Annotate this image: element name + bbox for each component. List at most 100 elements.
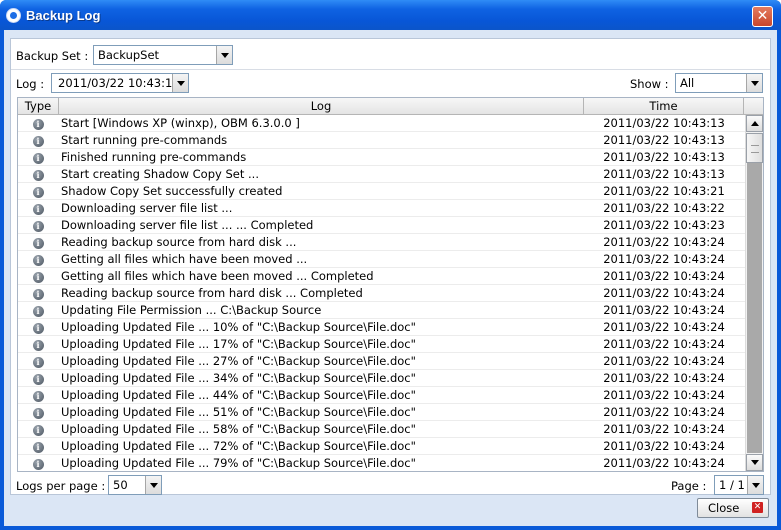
chevron-down-icon[interactable] [145, 476, 161, 494]
log-cell: Uploading Updated File ... 34% of "C:\Ba… [61, 371, 416, 385]
type-cell: i [18, 132, 58, 149]
table-row[interactable]: i Uploading Updated File ... 44% of "C:\B… [18, 387, 745, 404]
show-filter-dropdown[interactable]: All [675, 73, 763, 93]
info-icon: i [32, 425, 44, 436]
info-icon: i [32, 119, 44, 130]
column-header-log[interactable]: Log [59, 98, 584, 115]
info-icon: i [32, 153, 44, 164]
table-row[interactable]: i Uploading Updated File ... 34% of "C:\B… [18, 370, 745, 387]
page-label: Page : [671, 479, 707, 493]
table-row[interactable]: i Uploading Updated File ... 72% of "C:\B… [18, 438, 745, 455]
page-value: 1 / 1 [719, 478, 745, 492]
table-row[interactable]: i Shadow Copy Set successfully created 201… [18, 183, 745, 200]
scroll-down-button[interactable] [746, 454, 763, 471]
time-cell: 2011/03/22 10:43:24 [603, 422, 725, 436]
time-cell: 2011/03/22 10:43:13 [603, 116, 725, 130]
table-row[interactable]: i Finished running pre-commands 2011/03/22… [18, 149, 745, 166]
type-cell: i [18, 387, 58, 404]
close-button[interactable]: Close ✕ [697, 498, 769, 518]
log-panel: Backup Set : BackupSet Log : 2011/03/22 … [10, 38, 771, 495]
info-icon: i [32, 221, 44, 232]
info-icon: i [32, 136, 44, 147]
type-cell: i [18, 319, 58, 336]
table-row[interactable]: i Getting all files which have been moved… [18, 251, 745, 268]
info-icon: i [32, 357, 44, 368]
divider [11, 69, 770, 70]
table-row[interactable]: i Start creating Shadow Copy Set ... 2011/… [18, 166, 745, 183]
table-row[interactable]: i Uploading Updated File ... 17% of "C:\B… [18, 336, 745, 353]
time-cell: 2011/03/22 10:43:24 [603, 371, 725, 385]
scroll-thumb[interactable] [746, 133, 763, 163]
log-label: Log : [16, 77, 45, 91]
table-row[interactable]: i Uploading Updated File ... 10% of "C:\B… [18, 319, 745, 336]
type-cell: i [18, 166, 58, 183]
table-row[interactable]: i Start [Windows XP (winxp), OBM 6.3.0.0 … [18, 115, 745, 132]
log-cell: Start running pre-commands [61, 133, 228, 147]
table-row[interactable]: i Start running pre-commands 2011/03/22 10… [18, 132, 745, 149]
window-close-button[interactable]: ✕ [752, 6, 773, 27]
info-icon: i [32, 323, 44, 334]
chevron-down-icon[interactable] [746, 74, 762, 92]
log-cell: Uploading Updated File ... 10% of "C:\Ba… [61, 320, 416, 334]
dialog-body: Backup Set : BackupSet Log : 2011/03/22 … [4, 30, 777, 526]
backup-set-value: BackupSet [98, 48, 160, 62]
chevron-down-icon[interactable] [172, 74, 188, 92]
table-row[interactable]: i Updating File Permission ... C:\Backup … [18, 302, 745, 319]
chevron-down-icon[interactable] [747, 476, 763, 494]
table-row[interactable]: i Reading backup source from hard disk ..… [18, 285, 745, 302]
table-row[interactable]: i Uploading Updated File ... 27% of "C:\B… [18, 353, 745, 370]
window-title: Backup Log [26, 8, 101, 23]
log-cell: Reading backup source from hard disk ...… [61, 286, 363, 300]
type-cell: i [18, 251, 58, 268]
time-cell: 2011/03/22 10:43:24 [603, 303, 725, 317]
table-row[interactable]: i Reading backup source from hard disk ..… [18, 234, 745, 251]
info-icon: i [32, 272, 44, 283]
time-cell: 2011/03/22 10:43:13 [603, 150, 725, 164]
time-cell: 2011/03/22 10:43:24 [603, 456, 725, 470]
table-body: i Start [Windows XP (winxp), OBM 6.3.0.0 … [18, 115, 745, 471]
scroll-track[interactable] [747, 163, 762, 453]
type-cell: i [18, 336, 58, 353]
time-cell: 2011/03/22 10:43:23 [603, 218, 725, 232]
time-cell: 2011/03/22 10:43:24 [603, 337, 725, 351]
info-icon: i [32, 391, 44, 402]
table-row[interactable]: i Downloading server file list ... 2011/03… [18, 200, 745, 217]
table-row[interactable]: i Downloading server file list ... ... Co… [18, 217, 745, 234]
time-cell: 2011/03/22 10:43:13 [603, 167, 725, 181]
scroll-up-button[interactable] [746, 115, 763, 132]
backup-set-dropdown[interactable]: BackupSet [93, 45, 233, 65]
column-header-time[interactable]: Time [584, 98, 744, 115]
type-cell: i [18, 302, 58, 319]
type-cell: i [18, 455, 58, 471]
log-cell: Updating File Permission ... C:\Backup S… [61, 303, 322, 317]
column-header-type[interactable]: Type [18, 98, 59, 115]
type-cell: i [18, 200, 58, 217]
time-cell: 2011/03/22 10:43:24 [603, 354, 725, 368]
time-cell: 2011/03/22 10:43:24 [603, 405, 725, 419]
vertical-scrollbar[interactable] [745, 115, 763, 471]
log-date-dropdown[interactable]: 2011/03/22 10:43:13 [51, 73, 189, 93]
chevron-down-icon[interactable] [216, 46, 232, 64]
info-icon: i [32, 255, 44, 266]
table-row[interactable]: i Getting all files which have been moved… [18, 268, 745, 285]
log-cell: Uploading Updated File ... 51% of "C:\Ba… [61, 405, 416, 419]
info-icon: i [32, 408, 44, 419]
log-cell: Uploading Updated File ... 17% of "C:\Ba… [61, 337, 416, 351]
log-cell: Start [Windows XP (winxp), OBM 6.3.0.0 ] [61, 116, 300, 130]
time-cell: 2011/03/22 10:43:24 [603, 388, 725, 402]
time-cell: 2011/03/22 10:43:13 [603, 133, 725, 147]
logs-per-page-value: 50 [113, 478, 128, 492]
info-icon: i [32, 306, 44, 317]
page-dropdown[interactable]: 1 / 1 [714, 475, 764, 495]
logs-per-page-label: Logs per page : [16, 479, 106, 493]
type-cell: i [18, 353, 58, 370]
title-bar[interactable]: Backup Log ✕ [0, 0, 781, 30]
table-row[interactable]: i Uploading Updated File ... 79% of "C:\B… [18, 455, 745, 471]
log-cell: Finished running pre-commands [61, 150, 247, 164]
logs-per-page-dropdown[interactable]: 50 [108, 475, 162, 495]
info-icon: i [32, 187, 44, 198]
info-icon: i [32, 238, 44, 249]
table-row[interactable]: i Uploading Updated File ... 51% of "C:\B… [18, 404, 745, 421]
table-row[interactable]: i Uploading Updated File ... 58% of "C:\B… [18, 421, 745, 438]
type-cell: i [18, 183, 58, 200]
